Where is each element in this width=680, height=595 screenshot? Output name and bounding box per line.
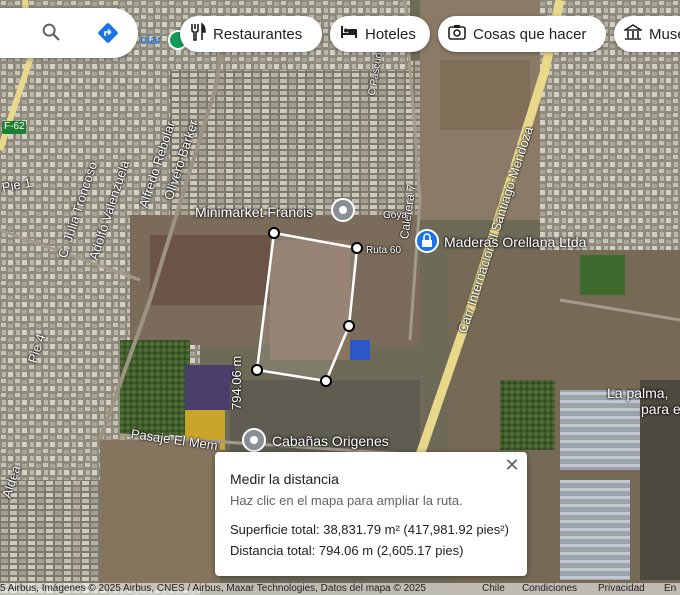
- route-label-f62: F-62: [4, 121, 25, 132]
- museum-icon: [622, 24, 649, 44]
- close-icon[interactable]: ✕: [503, 456, 521, 474]
- total-distance-text: Distancia total: 794.06 m (2,605.17 pies…: [230, 543, 464, 558]
- measure-distance-panel: ✕ Medir la distancia Haz clic en el mapa…: [215, 452, 527, 576]
- camera-icon: [448, 24, 473, 44]
- minimarket-pin-icon[interactable]: [331, 198, 355, 222]
- cabanas-pin-icon[interactable]: [242, 428, 266, 452]
- chip-label: Restaurantes: [213, 25, 303, 43]
- search-icon[interactable]: [40, 21, 62, 48]
- search-partial-label: olar: [140, 32, 162, 47]
- more-link[interactable]: En: [664, 583, 676, 595]
- chip-museos[interactable]: Muse: [614, 16, 680, 52]
- attribution-text: 5 Airbus, Imágenes © 2025 Airbus, CNES /…: [0, 583, 426, 594]
- panel-title: Medir la distancia: [230, 471, 339, 487]
- restaurant-icon: [190, 22, 213, 45]
- poi-label-la-palma[interactable]: La palma,: [607, 385, 668, 401]
- chip-restaurantes[interactable]: Restaurantes: [180, 16, 322, 52]
- terms-link[interactable]: Condiciones: [522, 583, 577, 595]
- street-label-ruta60: Ruta 60: [366, 245, 402, 256]
- chip-cosas-que-hacer[interactable]: Cosas que hacer: [438, 16, 606, 52]
- poi-label-maderas[interactable]: Maderas Orellana Ltda: [444, 234, 586, 250]
- directions-icon[interactable]: [96, 21, 120, 50]
- total-area-text: Superficie total: 38,831.79 m² (417,981.…: [230, 522, 509, 537]
- privacy-link[interactable]: Privacidad: [598, 583, 645, 595]
- search-box[interactable]: [0, 8, 138, 58]
- map-footer: 5 Airbus, Imágenes © 2025 Airbus, CNES /…: [0, 583, 680, 595]
- hotel-icon: [340, 25, 365, 43]
- measure-segment-label: 794.06 m: [229, 355, 244, 410]
- poi-label-para-e[interactable]: para e: [641, 401, 680, 417]
- chip-hoteles[interactable]: Hoteles: [330, 16, 430, 52]
- chip-label: Muse: [649, 25, 680, 43]
- poi-label-minimarket[interactable]: Minimarket Francis: [195, 204, 313, 220]
- chip-label: Cosas que hacer: [473, 25, 587, 43]
- country-link[interactable]: Chile: [482, 583, 505, 595]
- maderas-pin-icon[interactable]: [415, 229, 439, 253]
- street-label-gova: Goya: [383, 210, 407, 221]
- chip-label: Hoteles: [365, 25, 416, 43]
- poi-label-cabanas[interactable]: Cabañas Origenes: [272, 433, 389, 449]
- panel-hint: Haz clic en el mapa para ampliar la ruta…: [230, 493, 463, 508]
